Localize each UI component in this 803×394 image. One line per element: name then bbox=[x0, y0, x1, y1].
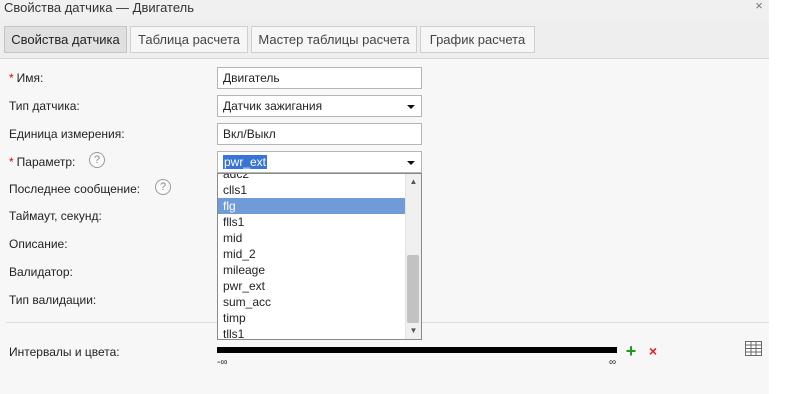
intervals-label: Интервалы и цвета: bbox=[9, 345, 120, 359]
parameter-select[interactable]: pwr_ext bbox=[217, 151, 422, 173]
list-item[interactable]: sum_acc bbox=[218, 294, 406, 310]
tab-bar: Свойства датчика Таблица расчета Мастер … bbox=[0, 20, 769, 59]
unit-label: Единица измерения: bbox=[9, 127, 125, 141]
list-item[interactable]: tlls1 bbox=[218, 326, 406, 339]
list-item[interactable]: pwr_ext bbox=[218, 278, 406, 294]
close-icon[interactable]: × bbox=[752, 0, 766, 14]
chevron-down-icon bbox=[407, 105, 415, 109]
parameter-dropdown-list[interactable]: adc2 clls1 flg flls1 mid mid_2 mileage p… bbox=[217, 173, 422, 340]
dropdown-items: adc2 clls1 flg flls1 mid mid_2 mileage p… bbox=[218, 174, 406, 339]
parameter-value: pwr_ext bbox=[223, 155, 268, 169]
sensor-type-select[interactable]: Датчик зажигания bbox=[217, 95, 422, 117]
list-item[interactable]: clls1 bbox=[218, 182, 406, 198]
scrollbar-thumb[interactable] bbox=[407, 255, 419, 323]
interval-color-bar[interactable] bbox=[217, 347, 617, 353]
tab-calc-table-wizard[interactable]: Мастер таблицы расчета bbox=[251, 26, 417, 53]
list-item[interactable]: mid bbox=[218, 230, 406, 246]
interval-start-label: -∞ bbox=[217, 357, 228, 368]
chevron-down-icon bbox=[407, 161, 415, 165]
add-interval-icon[interactable]: + bbox=[624, 342, 638, 360]
required-mark: * bbox=[9, 71, 14, 85]
table-icon[interactable] bbox=[745, 341, 762, 356]
required-mark: * bbox=[9, 155, 14, 169]
sensor-type-value: Датчик зажигания bbox=[223, 99, 323, 113]
scroll-up-icon[interactable]: ▲ bbox=[406, 174, 421, 190]
remove-interval-icon[interactable]: × bbox=[646, 344, 660, 358]
last-message-help-icon[interactable]: ? bbox=[155, 179, 171, 195]
dialog-title: Свойства датчика — Двигатель bbox=[4, 0, 194, 15]
dialog-titlebar: Свойства датчика — Двигатель × bbox=[0, 0, 769, 20]
tab-calc-graph[interactable]: График расчета bbox=[420, 26, 535, 53]
validation-type-label: Тип валидации: bbox=[9, 293, 97, 307]
dropdown-scrollbar[interactable]: ▲ ▼ bbox=[405, 174, 421, 339]
sensor-type-label: Тип датчика: bbox=[9, 99, 80, 113]
name-label: * Имя: bbox=[9, 71, 44, 85]
last-message-label: Последнее сообщение: bbox=[9, 182, 141, 196]
interval-end-label: ∞ bbox=[609, 357, 617, 368]
list-item[interactable]: adc2 bbox=[218, 174, 406, 182]
timeout-label: Таймаут, секунд: bbox=[9, 209, 102, 223]
list-item[interactable]: flls1 bbox=[218, 214, 406, 230]
list-item[interactable]: mid_2 bbox=[218, 246, 406, 262]
scroll-down-icon[interactable]: ▼ bbox=[406, 323, 421, 339]
parameter-help-icon[interactable]: ? bbox=[89, 152, 105, 168]
tab-sensor-properties[interactable]: Свойства датчика bbox=[4, 26, 127, 53]
list-item[interactable]: timp bbox=[218, 310, 406, 326]
validator-label: Валидатор: bbox=[9, 265, 73, 279]
name-input[interactable]: Двигатель bbox=[217, 67, 422, 89]
unit-input[interactable]: Вкл/Выкл bbox=[217, 123, 422, 145]
sensor-properties-dialog: Свойства датчика — Двигатель × Свойства … bbox=[0, 0, 769, 394]
parameter-label: * Параметр: bbox=[9, 155, 76, 169]
list-item-highlighted[interactable]: flg bbox=[218, 198, 406, 214]
tab-calc-table[interactable]: Таблица расчета bbox=[130, 26, 248, 53]
list-item[interactable]: mileage bbox=[218, 262, 406, 278]
description-label: Описание: bbox=[9, 237, 68, 251]
